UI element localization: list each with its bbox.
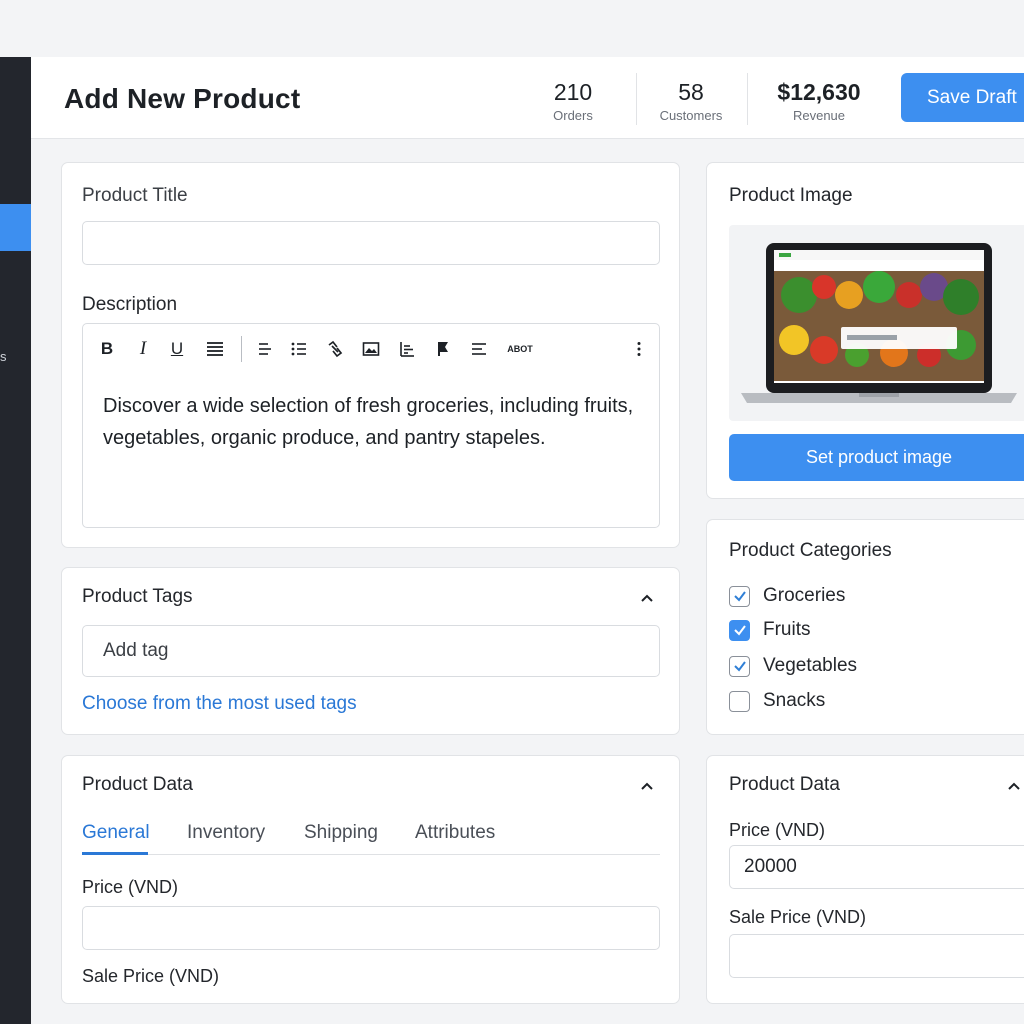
set-product-image-button[interactable]: Set product image — [729, 434, 1024, 481]
align-justify-icon[interactable] — [205, 338, 225, 360]
flag-icon[interactable] — [433, 338, 453, 360]
chevron-up-icon[interactable] — [640, 779, 654, 793]
stat-divider — [636, 73, 637, 125]
laptop-image — [741, 243, 1017, 403]
active-tab-indicator — [82, 852, 148, 855]
category-label: Vegetables — [763, 655, 858, 676]
category-vegetables[interactable]: Vegetables — [729, 654, 857, 678]
product-categories-card: Product Categories Groceries Fruits Vege… — [706, 519, 1024, 735]
italic-button[interactable]: I — [133, 338, 153, 360]
chevron-up-icon[interactable] — [1007, 779, 1021, 793]
underline-button[interactable]: U — [167, 338, 187, 360]
product-data-title: Product Data — [729, 774, 840, 795]
more-format-button[interactable]: ABOT — [505, 338, 535, 360]
checkbox[interactable] — [729, 655, 750, 677]
tab-attributes[interactable]: Attributes — [415, 822, 495, 844]
most-used-tags-link[interactable]: Choose from the most used tags — [82, 693, 357, 715]
product-tags-card: Product Tags Add tag Choose from the mos… — [61, 567, 680, 735]
stat-divider — [747, 73, 748, 125]
product-data-card: Product Data General Inventory Shipping … — [61, 755, 680, 1004]
price-input[interactable]: 20000 — [729, 845, 1024, 889]
editor-toolbar: B I U ABOT — [82, 323, 660, 373]
product-image-title: Product Image — [729, 185, 853, 206]
tag-input[interactable]: Add tag — [82, 625, 660, 677]
chevron-up-icon[interactable] — [640, 591, 654, 605]
toolbar-divider — [241, 336, 242, 362]
stat-revenue: $12,630 Revenue — [771, 79, 867, 123]
sidebar-item-active[interactable] — [0, 204, 31, 251]
tab-shipping[interactable]: Shipping — [304, 822, 378, 844]
price-label: Price (VND) — [82, 877, 179, 897]
product-image-preview[interactable] — [729, 225, 1024, 421]
category-fruits[interactable]: Fruits — [729, 618, 811, 642]
product-categories-title: Product Categories — [729, 540, 892, 561]
checkbox[interactable] — [729, 690, 750, 712]
align-right-icon[interactable] — [469, 338, 489, 360]
stat-customers: 58 Customers — [653, 79, 729, 123]
link-icon[interactable] — [325, 338, 345, 360]
chart-icon[interactable] — [397, 338, 417, 360]
product-image-card: Product Image Set product image — [706, 162, 1024, 499]
stat-orders-value: 210 — [553, 79, 593, 105]
product-title-input[interactable] — [82, 221, 660, 265]
tab-general[interactable]: General — [82, 822, 150, 844]
page-title: Add New Product — [64, 83, 301, 114]
stat-revenue-value: $12,630 — [777, 79, 861, 105]
sale-price-label: Sale Price (VND) — [729, 907, 867, 927]
product-title-label: Product Title — [82, 185, 188, 206]
category-label: Snacks — [763, 690, 826, 711]
category-label: Fruits — [763, 619, 811, 640]
image-icon[interactable] — [361, 338, 381, 360]
product-tags-title: Product Tags — [82, 586, 193, 607]
product-data-title: Product Data — [82, 774, 193, 795]
product-data-tabs: General Inventory Shipping Attributes — [82, 818, 660, 855]
checkbox[interactable] — [729, 585, 750, 607]
save-draft-button[interactable]: Save Draft — [901, 73, 1024, 122]
price-label: Price (VND) — [729, 820, 826, 840]
description-editor[interactable]: Discover a wide selection of fresh groce… — [82, 372, 660, 528]
window-top-strip — [0, 0, 1024, 57]
sidebar: s — [0, 57, 31, 1024]
category-groceries[interactable]: Groceries — [729, 584, 845, 608]
stat-customers-value: 58 — [678, 79, 704, 105]
sale-price-label: Sale Price (VND) — [82, 966, 220, 986]
category-label: Groceries — [763, 585, 846, 606]
main-content: Add New Product 210 Orders 58 Customers … — [31, 57, 1024, 1024]
product-data-card-right: Product Data Price (VND) 20000 Sale Pric… — [706, 755, 1024, 1004]
sale-price-input[interactable] — [729, 934, 1024, 978]
page-header: Add New Product 210 Orders 58 Customers … — [31, 57, 1024, 139]
category-snacks[interactable]: Snacks — [729, 689, 825, 713]
bold-button[interactable]: B — [97, 338, 117, 360]
sidebar-item-label[interactable]: s — [0, 349, 7, 364]
stat-customers-label: Customers — [659, 108, 723, 123]
align-left-icon[interactable] — [255, 338, 275, 360]
stat-orders-label: Orders — [553, 108, 593, 123]
price-input[interactable] — [82, 906, 660, 950]
stat-revenue-label: Revenue — [792, 108, 846, 123]
description-label: Description — [82, 294, 178, 315]
stat-orders: 210 Orders — [543, 79, 603, 123]
more-vertical-icon[interactable] — [629, 338, 649, 360]
product-title-card: Product Title Description B I U ABOT Dis… — [61, 162, 680, 548]
bullet-list-icon[interactable] — [289, 338, 309, 360]
checkbox[interactable] — [729, 619, 750, 641]
tab-inventory[interactable]: Inventory — [187, 822, 265, 844]
